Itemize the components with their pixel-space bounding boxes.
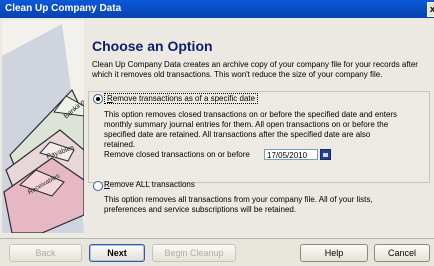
close-button[interactable]: x	[427, 2, 434, 17]
option-specific-date-description: This option removes closed transactions …	[104, 110, 424, 150]
file-folders-illustration: Banking Payables Receivables	[2, 20, 84, 233]
intro-text: Clean Up Company Data creates an archive…	[92, 60, 418, 79]
option-remove-all-label-text: emove ALL transactions	[109, 180, 195, 189]
calendar-icon[interactable]	[320, 149, 331, 160]
help-button[interactable]: Help	[300, 244, 368, 262]
back-button[interactable]: Back	[9, 244, 82, 262]
cleanup-date-input[interactable]: 17/05/2010	[264, 149, 318, 160]
desc-line: monthly summary journal entries for them…	[104, 120, 389, 129]
date-field-label: Remove closed transactions on or before	[104, 150, 250, 159]
desc-line: preferences and service subscriptions wi…	[104, 205, 297, 214]
option-specific-date-label-text: emove transactions as of a specific date	[112, 94, 256, 103]
radio-specific-date[interactable]	[93, 94, 103, 104]
title-bar[interactable]: Clean Up Company Data x	[0, 0, 434, 18]
option-specific-date-label[interactable]: Remove transactions as of a specific dat…	[104, 93, 259, 104]
begin-cleanup-button[interactable]: Begin Cleanup	[152, 244, 236, 262]
option-remove-all-label[interactable]: Remove ALL transactions	[104, 180, 195, 189]
radio-remove-all[interactable]	[93, 181, 103, 191]
desc-line: This option removes closed transactions …	[104, 110, 398, 119]
desc-line: specified date are retained. All transac…	[104, 130, 371, 139]
wizard-footer: Back Next Begin Cleanup Help Cancel	[0, 239, 434, 266]
desc-line: This option removes all transactions fro…	[104, 195, 373, 204]
option-remove-all-description: This option removes all transactions fro…	[104, 195, 424, 215]
next-button[interactable]: Next	[89, 244, 145, 262]
page-title: Choose an Option	[92, 38, 213, 54]
window-title: Clean Up Company Data	[5, 3, 122, 14]
wizard-body: Banking Payables Receivables Choose an O…	[0, 18, 434, 238]
cancel-button[interactable]: Cancel	[374, 244, 430, 262]
